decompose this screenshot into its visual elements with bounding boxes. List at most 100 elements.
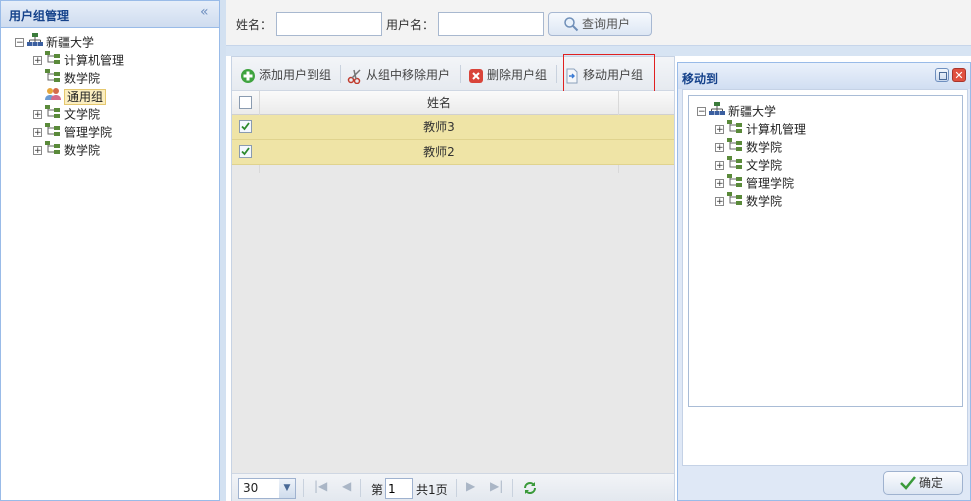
last-page-icon[interactable]: ▶| xyxy=(490,479,503,493)
row-checkbox[interactable] xyxy=(239,120,252,133)
delete-icon xyxy=(469,68,483,83)
tree-node-label: 文学院 xyxy=(64,107,101,122)
name-input[interactable] xyxy=(276,12,382,36)
scissors-icon xyxy=(347,68,361,84)
username-input[interactable] xyxy=(438,12,544,36)
collapse-toggle-icon[interactable]: − xyxy=(15,38,24,48)
name-label: 姓名： xyxy=(236,18,273,32)
dept-icon xyxy=(45,51,61,70)
checkmark-icon xyxy=(900,475,916,490)
toolbar-separator xyxy=(303,479,304,497)
tree-node-label: 管理学院 xyxy=(64,125,113,140)
tree-node[interactable]: + 文学院 xyxy=(33,105,100,123)
delete-button-label: 删除用户组 xyxy=(487,68,548,82)
dept-icon xyxy=(45,105,61,124)
tree-node[interactable]: − 新疆大学 xyxy=(697,102,776,120)
toolbar-separator xyxy=(456,479,457,497)
tree-node-label: 计算机管理 xyxy=(746,122,807,137)
highlight-box xyxy=(563,54,655,94)
add-user-to-group-button[interactable]: 添加用户到组 xyxy=(240,66,331,84)
search-button-label: 查询用户 xyxy=(582,17,631,31)
page-size-select[interactable]: 30 ▼ xyxy=(238,478,296,499)
tree-node[interactable]: 通用组 xyxy=(33,87,107,106)
tree-node-label: 计算机管理 xyxy=(64,53,125,68)
cell-name: 教师2 xyxy=(423,145,455,159)
add-button-label: 添加用户到组 xyxy=(259,68,332,82)
tree-node-label: 新疆大学 xyxy=(46,35,95,50)
expand-toggle-icon[interactable]: + xyxy=(715,143,724,153)
dept-icon xyxy=(727,156,743,175)
expand-toggle-icon[interactable]: + xyxy=(33,128,42,138)
page-total: 共1页 xyxy=(416,483,448,497)
grid-header: 姓名 xyxy=(232,91,674,115)
remove-button-label: 从组中移除用户 xyxy=(366,68,451,82)
tree-node-label: 数学院 xyxy=(746,140,783,155)
tree-node-label: 文学院 xyxy=(746,158,783,173)
expand-toggle-icon[interactable]: + xyxy=(33,146,42,156)
panel-header: 用户组管理 « xyxy=(1,1,219,28)
tree-node-label: 新疆大学 xyxy=(728,104,777,119)
tree-node[interactable]: + 数学院 xyxy=(33,141,100,159)
splitter[interactable] xyxy=(220,0,226,501)
tree-node-label: 数学院 xyxy=(746,194,783,209)
refresh-icon[interactable] xyxy=(522,480,538,496)
org-tree-icon xyxy=(709,102,725,121)
tree-node[interactable]: + 文学院 xyxy=(715,156,782,174)
expand-toggle-icon[interactable]: + xyxy=(715,125,724,135)
dialog-body: − 新疆大学 + 计算机管理 + 数学院 + 文学院 + 管理学院 + 数学院 xyxy=(682,89,968,466)
column-header-name[interactable]: 姓名 xyxy=(260,91,618,115)
minimize-icon[interactable] xyxy=(935,68,949,82)
row-checkbox[interactable] xyxy=(239,145,252,158)
dept-icon xyxy=(727,192,743,211)
table-row[interactable]: 教师3 xyxy=(232,115,674,140)
expand-toggle-icon[interactable]: + xyxy=(715,161,724,171)
delete-user-group-button[interactable]: 删除用户组 xyxy=(468,66,547,84)
collapse-toggle-icon[interactable]: − xyxy=(697,107,706,117)
expand-toggle-icon[interactable]: + xyxy=(715,197,724,207)
toolbar-separator xyxy=(556,65,557,83)
tree-node[interactable]: − 新疆大学 xyxy=(15,33,94,51)
collapse-icon[interactable]: « xyxy=(200,4,209,20)
tree-node-label: 数学院 xyxy=(64,143,101,158)
add-icon xyxy=(241,68,255,83)
remove-from-group-button[interactable]: 从组中移除用户 xyxy=(347,66,450,84)
first-page-icon[interactable]: |◀ xyxy=(314,479,327,493)
username-label: 用户名： xyxy=(386,18,435,32)
dept-icon xyxy=(45,123,61,142)
move-to-dialog: 移动到 ✕ − 新疆大学 + 计算机管理 + 数学院 + 文学院 + 管理学院 + 数学院 确定 xyxy=(677,62,971,501)
tree-node[interactable]: + 数学院 xyxy=(715,138,782,156)
tree-node[interactable]: + 数学院 xyxy=(715,192,782,210)
tree-node[interactable]: + 计算机管理 xyxy=(715,120,806,138)
chevron-down-icon[interactable]: ▼ xyxy=(279,479,295,498)
page-number-input[interactable] xyxy=(385,478,413,499)
user-group-panel: 用户组管理 « − 新疆大学 + 计算机管理 数学院 通用组 + 文学院 + 管理学院 + 数学院 xyxy=(0,0,220,501)
dept-icon xyxy=(45,69,61,88)
user-grid-panel: 添加用户到组 从组中移除用户 删除用户组 移动用户组 姓名 教师3 教师2 30… xyxy=(231,54,675,501)
expand-toggle-icon[interactable]: + xyxy=(33,110,42,120)
pagination-bar: 30 ▼ |◀ ◀ 第 共1页 ▶ ▶| xyxy=(232,473,674,501)
dept-icon xyxy=(727,120,743,139)
grid-toolbar: 添加用户到组 从组中移除用户 删除用户组 移动用户组 xyxy=(232,54,674,94)
confirm-button[interactable]: 确定 xyxy=(883,471,963,495)
table-row[interactable]: 教师2 xyxy=(232,140,674,165)
select-all-checkbox[interactable] xyxy=(239,96,252,109)
org-tree-icon xyxy=(27,33,43,52)
user-group-icon xyxy=(45,87,61,106)
close-icon[interactable]: ✕ xyxy=(952,68,966,82)
search-user-button[interactable]: 查询用户 xyxy=(548,12,652,36)
tree-node[interactable]: 数学院 xyxy=(33,69,100,87)
tree-node[interactable]: + 计算机管理 xyxy=(33,51,124,69)
tree-node[interactable]: + 管理学院 xyxy=(715,174,794,192)
panel-title: 用户组管理 xyxy=(9,9,70,23)
tree-node-label: 通用组 xyxy=(64,88,107,105)
next-page-icon[interactable]: ▶ xyxy=(466,479,475,493)
dialog-title: 移动到 xyxy=(682,72,719,86)
toolbar-separator xyxy=(360,479,361,497)
expand-toggle-icon[interactable]: + xyxy=(715,179,724,189)
page-prefix: 第 xyxy=(371,483,384,497)
tree-node[interactable]: + 管理学院 xyxy=(33,123,112,141)
prev-page-icon[interactable]: ◀ xyxy=(342,479,351,493)
cell-name: 教师3 xyxy=(423,120,455,134)
expand-toggle-icon[interactable]: + xyxy=(33,56,42,66)
toolbar-separator xyxy=(460,65,461,83)
